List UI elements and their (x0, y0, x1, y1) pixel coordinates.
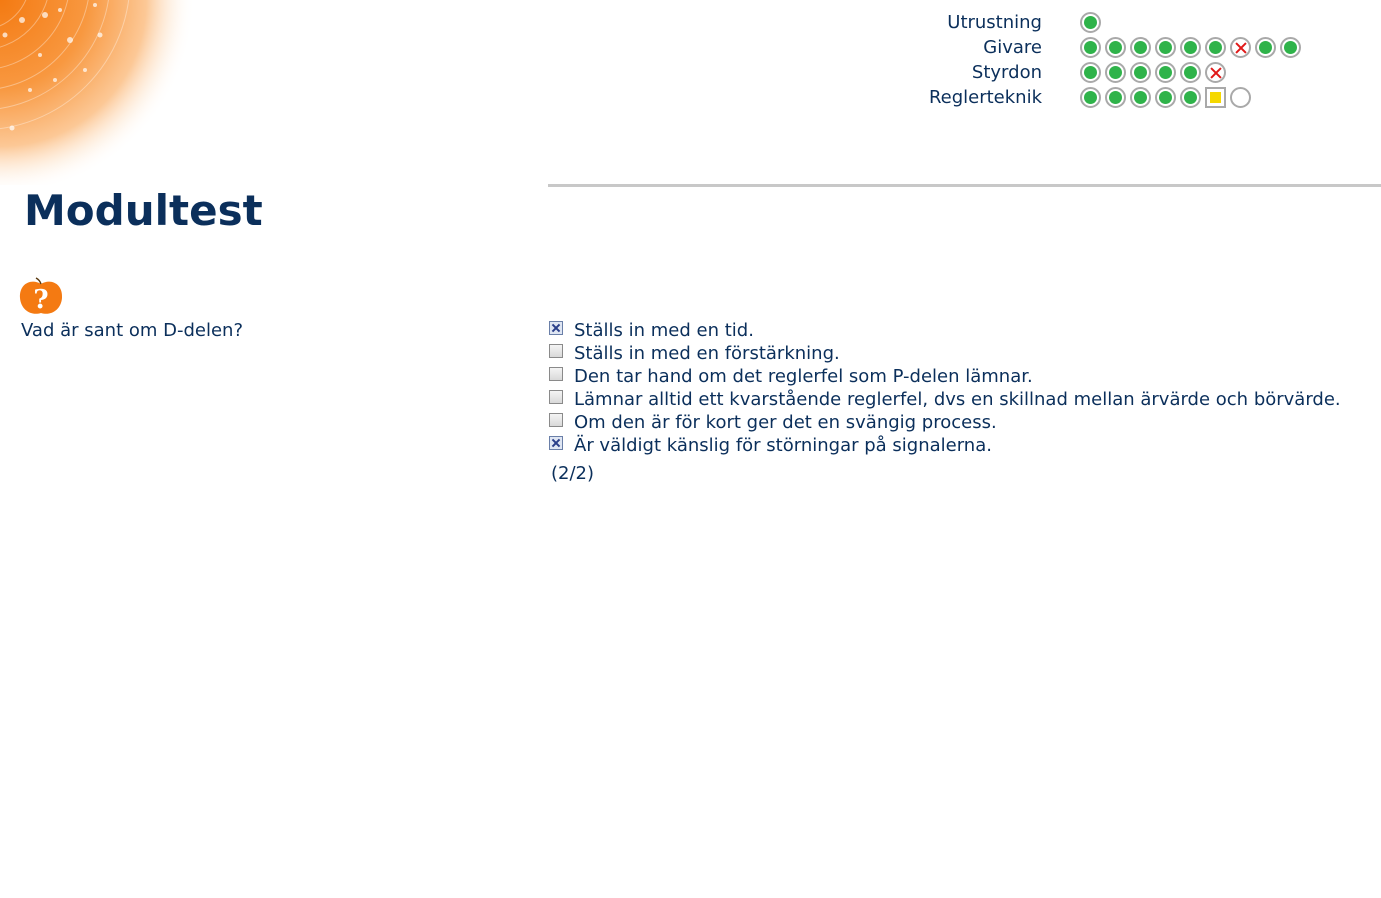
question-apple-icon: ? (19, 277, 63, 315)
progress-label: Utrustning (947, 12, 1042, 33)
answer-label: Den tar hand om det reglerfel som P-dele… (574, 366, 1033, 387)
correct-answer-icon[interactable] (1080, 12, 1101, 33)
answer-option[interactable]: Ställs in med en förstärkning. (549, 342, 1341, 365)
question-counter: (2/2) (551, 463, 595, 484)
correct-answer-icon[interactable] (1105, 62, 1126, 83)
progress-label: Givare (983, 37, 1042, 58)
question-text: Vad är sant om D-delen? (21, 320, 244, 341)
answer-label: Ställs in med en tid. (574, 320, 754, 341)
progress-row: Givare (900, 35, 1360, 60)
answer-option[interactable]: Är väldigt känslig för störningar på sig… (549, 434, 1341, 457)
correct-answer-icon[interactable] (1205, 37, 1226, 58)
correct-answer-icon[interactable] (1155, 62, 1176, 83)
corner-decoration (0, 0, 200, 185)
correct-answer-icon[interactable] (1180, 87, 1201, 108)
correct-answer-icon[interactable] (1130, 62, 1151, 83)
answer-options: Ställs in med en tid. Ställs in med en fö… (549, 319, 1341, 457)
correct-answer-icon[interactable] (1180, 62, 1201, 83)
header-divider (548, 184, 1381, 187)
answer-label: Lämnar alltid ett kvarstående reglerfel,… (574, 389, 1341, 410)
answer-option[interactable]: Lämnar alltid ett kvarstående reglerfel,… (549, 388, 1341, 411)
wrong-answer-icon[interactable] (1205, 62, 1226, 83)
answer-checkbox[interactable] (549, 413, 563, 427)
correct-answer-icon[interactable] (1180, 37, 1201, 58)
answer-option[interactable]: Ställs in med en tid. (549, 319, 1341, 342)
answer-checkbox[interactable] (549, 436, 563, 450)
answer-option[interactable]: Den tar hand om det reglerfel som P-dele… (549, 365, 1341, 388)
correct-answer-icon[interactable] (1155, 37, 1176, 58)
wrong-answer-icon[interactable] (1230, 37, 1251, 58)
progress-row: Styrdon (900, 60, 1360, 85)
progress-row: Utrustning (900, 10, 1360, 35)
answer-checkbox[interactable] (549, 344, 563, 358)
page-title: Modultest (24, 186, 263, 235)
progress-indicators (1080, 62, 1230, 83)
answer-checkbox[interactable] (549, 321, 563, 335)
progress-indicators (1080, 37, 1305, 58)
progress-label: Styrdon (971, 62, 1042, 83)
correct-answer-icon[interactable] (1105, 87, 1126, 108)
svg-text:?: ? (33, 285, 48, 315)
unanswered-icon[interactable] (1230, 87, 1251, 108)
answer-checkbox[interactable] (549, 390, 563, 404)
correct-answer-icon[interactable] (1080, 37, 1101, 58)
progress-row: Reglerteknik (900, 85, 1360, 110)
correct-answer-icon[interactable] (1080, 87, 1101, 108)
answer-label: Om den är för kort ger det en svängig pr… (574, 412, 997, 433)
answer-checkbox[interactable] (549, 367, 563, 381)
correct-answer-icon[interactable] (1080, 62, 1101, 83)
correct-answer-icon[interactable] (1155, 87, 1176, 108)
answer-label: Ställs in med en förstärkning. (574, 343, 840, 364)
correct-answer-icon[interactable] (1255, 37, 1276, 58)
answer-option[interactable]: Om den är för kort ger det en svängig pr… (549, 411, 1341, 434)
correct-answer-icon[interactable] (1280, 37, 1301, 58)
progress-label: Reglerteknik (928, 87, 1042, 108)
progress-indicators (1080, 12, 1105, 33)
correct-answer-icon[interactable] (1130, 37, 1151, 58)
answer-label: Är väldigt känslig för störningar på sig… (574, 435, 992, 456)
progress-indicators (1080, 87, 1255, 108)
correct-answer-icon[interactable] (1130, 87, 1151, 108)
correct-answer-icon[interactable] (1105, 37, 1126, 58)
current-question-icon[interactable] (1205, 87, 1226, 108)
